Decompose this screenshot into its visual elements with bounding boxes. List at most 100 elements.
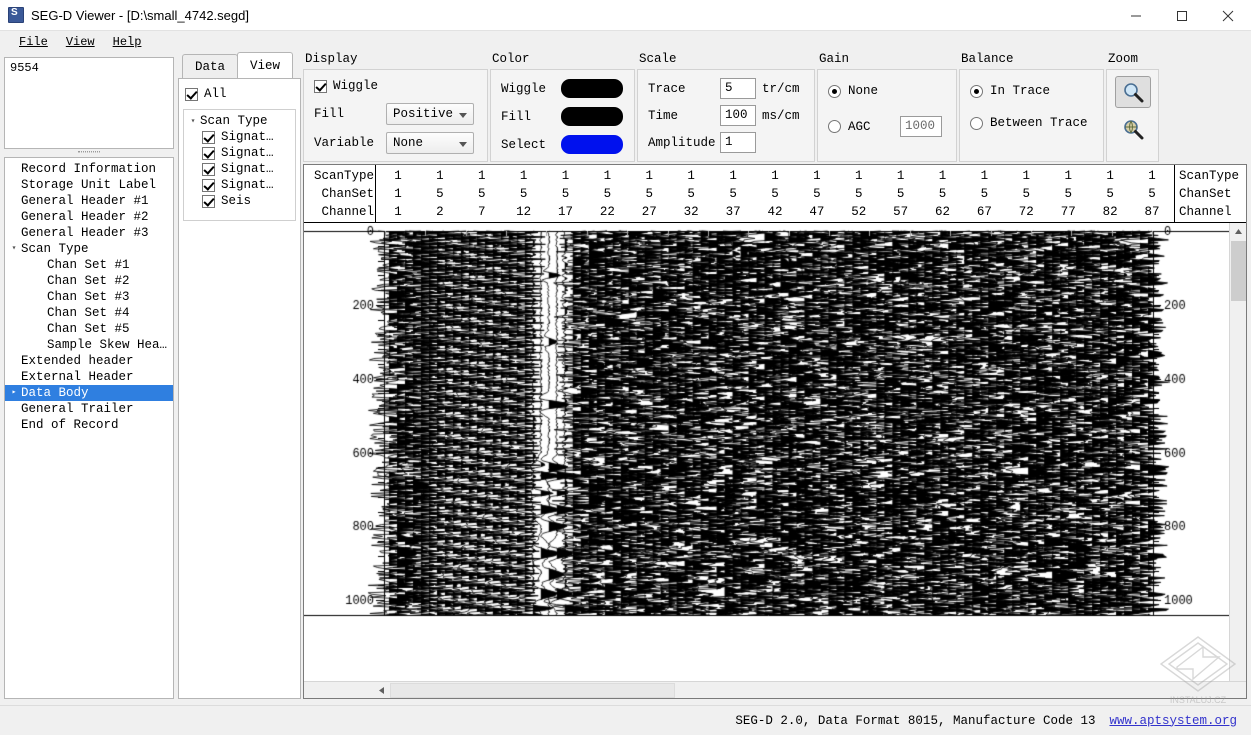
menu-help[interactable]: Help bbox=[104, 33, 151, 51]
status-link[interactable]: www.aptsystem.org bbox=[1109, 714, 1237, 728]
wiggle-checkbox-row[interactable]: Wiggle bbox=[314, 79, 477, 93]
scan-type-group-row[interactable]: ▾ Scan Type bbox=[186, 113, 293, 129]
header-column: 1517 bbox=[545, 165, 587, 223]
vertical-scrollbar[interactable] bbox=[1229, 223, 1246, 698]
menu-bar: File View Help bbox=[0, 31, 1251, 52]
header-label-scantype-left: ScanType bbox=[304, 167, 374, 185]
tree-item[interactable]: Storage Unit Label bbox=[5, 177, 173, 193]
seismic-canvas-wrap[interactable] bbox=[304, 223, 1246, 698]
variable-select[interactable]: None bbox=[386, 132, 474, 154]
scan-type-item-label: Signat… bbox=[221, 178, 274, 192]
scan-type-item[interactable]: Signat… bbox=[186, 177, 293, 193]
header-chanset-value: 5 bbox=[1023, 185, 1031, 203]
scan-type-list[interactable]: ▾ Scan Type Signat…Signat…Signat…Signat…… bbox=[183, 109, 296, 221]
tree-item[interactable]: Chan Set #3 bbox=[5, 289, 173, 305]
scroll-left-arrow[interactable] bbox=[373, 682, 390, 699]
wiggle-checkbox[interactable] bbox=[314, 80, 327, 93]
fill-select[interactable]: Positive bbox=[386, 103, 474, 125]
balance-between-trace-radio[interactable] bbox=[970, 117, 983, 130]
balance-in-trace-row[interactable]: In Trace bbox=[970, 84, 1093, 98]
scan-type-item[interactable]: Signat… bbox=[186, 129, 293, 145]
menu-view[interactable]: View bbox=[57, 33, 104, 51]
tree-item[interactable]: General Header #2 bbox=[5, 209, 173, 225]
tree-item[interactable]: External Header bbox=[5, 369, 173, 385]
close-button[interactable] bbox=[1205, 0, 1251, 31]
agc-input[interactable]: 1000 bbox=[900, 116, 942, 137]
maximize-button[interactable] bbox=[1159, 0, 1205, 31]
display-group-body: Wiggle Fill Positive Variable None bbox=[303, 69, 488, 162]
scan-type-items: Signat…Signat…Signat…Signat…Seis bbox=[186, 129, 293, 209]
color-wiggle-swatch[interactable] bbox=[561, 79, 623, 98]
fill-select-value: Positive bbox=[393, 107, 453, 121]
scan-type-item[interactable]: Signat… bbox=[186, 145, 293, 161]
tab-view[interactable]: View bbox=[237, 52, 293, 78]
tree-item[interactable]: Chan Set #4 bbox=[5, 305, 173, 321]
color-wiggle-row: Wiggle bbox=[501, 79, 624, 98]
time-input-value: 100 bbox=[725, 108, 748, 122]
scan-type-item-checkbox[interactable] bbox=[202, 147, 215, 160]
seismic-plot-area[interactable]: ScanType ChanSet Channel 111152157151215… bbox=[303, 164, 1247, 699]
header-channel-value: 87 bbox=[1144, 203, 1159, 221]
tree-item[interactable]: Chan Set #1 bbox=[5, 257, 173, 273]
tree-item[interactable]: Extended header bbox=[5, 353, 173, 369]
color-fill-swatch[interactable] bbox=[561, 107, 623, 126]
vertical-scroll-thumb[interactable] bbox=[1231, 241, 1246, 301]
chevron-down-icon[interactable]: ▾ bbox=[186, 116, 200, 126]
scan-type-item[interactable]: Seis bbox=[186, 193, 293, 209]
amplitude-input-value: 1 bbox=[725, 135, 733, 149]
zoom-reset-button[interactable] bbox=[1115, 113, 1151, 145]
header-channel-value: 57 bbox=[893, 203, 908, 221]
panel-splitter[interactable] bbox=[4, 149, 174, 155]
header-channel-value: 82 bbox=[1103, 203, 1118, 221]
chevron-down-icon[interactable]: ▾ bbox=[7, 241, 21, 257]
tree-item-label: Chan Set #5 bbox=[47, 321, 130, 337]
menu-file[interactable]: File bbox=[10, 33, 57, 51]
scan-type-item-checkbox[interactable] bbox=[202, 163, 215, 176]
balance-between-trace-row[interactable]: Between Trace bbox=[970, 116, 1093, 130]
color-select-swatch[interactable] bbox=[561, 135, 623, 154]
scroll-up-arrow[interactable] bbox=[1230, 223, 1247, 240]
tab-data[interactable]: Data bbox=[182, 54, 238, 78]
balance-in-trace-radio[interactable] bbox=[970, 85, 983, 98]
time-input[interactable]: 100 bbox=[720, 105, 756, 126]
all-checkbox-row[interactable]: All bbox=[185, 87, 296, 101]
gain-none-row[interactable]: None bbox=[828, 84, 946, 98]
header-column: 1527 bbox=[628, 165, 670, 223]
horizontal-scroll-thumb[interactable] bbox=[390, 683, 675, 698]
tree-item[interactable]: ▾Scan Type bbox=[5, 241, 173, 257]
gain-agc-radio[interactable] bbox=[828, 120, 841, 133]
chevron-right-icon[interactable]: ▸ bbox=[7, 385, 21, 401]
zoom-in-button[interactable] bbox=[1115, 76, 1151, 108]
amplitude-input[interactable]: 1 bbox=[720, 132, 756, 153]
tree-item[interactable]: ▸Data Body bbox=[5, 385, 173, 401]
tree-item[interactable]: General Header #1 bbox=[5, 193, 173, 209]
header-chanset-value: 5 bbox=[478, 185, 486, 203]
header-column: 1522 bbox=[586, 165, 628, 223]
tree-item[interactable]: Record Information bbox=[5, 161, 173, 177]
tree-item[interactable]: General Trailer bbox=[5, 401, 173, 417]
header-column: 1577 bbox=[1047, 165, 1089, 223]
all-checkbox[interactable] bbox=[185, 88, 198, 101]
scale-group-body: Trace 5 tr/cm Time 100 ms/cm Amplitude 1 bbox=[637, 69, 815, 162]
tree-item[interactable]: Sample Skew Hea… bbox=[5, 337, 173, 353]
gain-none-radio[interactable] bbox=[828, 85, 841, 98]
tree-item-label: General Trailer bbox=[21, 401, 134, 417]
header-scantype-value: 1 bbox=[394, 167, 402, 185]
splitter-grip bbox=[78, 151, 100, 153]
tree-item[interactable]: End of Record bbox=[5, 417, 173, 433]
tree-item[interactable]: General Header #3 bbox=[5, 225, 173, 241]
scan-type-item[interactable]: Signat… bbox=[186, 161, 293, 177]
tree-item[interactable]: Chan Set #2 bbox=[5, 273, 173, 289]
record-structure-tree[interactable]: Record InformationStorage Unit LabelGene… bbox=[4, 157, 174, 699]
seismic-wiggle-canvas[interactable] bbox=[304, 223, 1233, 641]
record-number-field[interactable]: 9554 bbox=[4, 57, 174, 149]
scan-type-item-checkbox[interactable] bbox=[202, 179, 215, 192]
minimize-button[interactable] bbox=[1113, 0, 1159, 31]
horizontal-scrollbar[interactable] bbox=[304, 681, 1246, 698]
tree-item[interactable]: Chan Set #5 bbox=[5, 321, 173, 337]
scan-type-item-checkbox[interactable] bbox=[202, 195, 215, 208]
header-scantype-value: 1 bbox=[604, 167, 612, 185]
trace-input[interactable]: 5 bbox=[720, 78, 756, 99]
gain-agc-row[interactable]: AGC 1000 bbox=[828, 116, 946, 137]
scan-type-item-checkbox[interactable] bbox=[202, 131, 215, 144]
